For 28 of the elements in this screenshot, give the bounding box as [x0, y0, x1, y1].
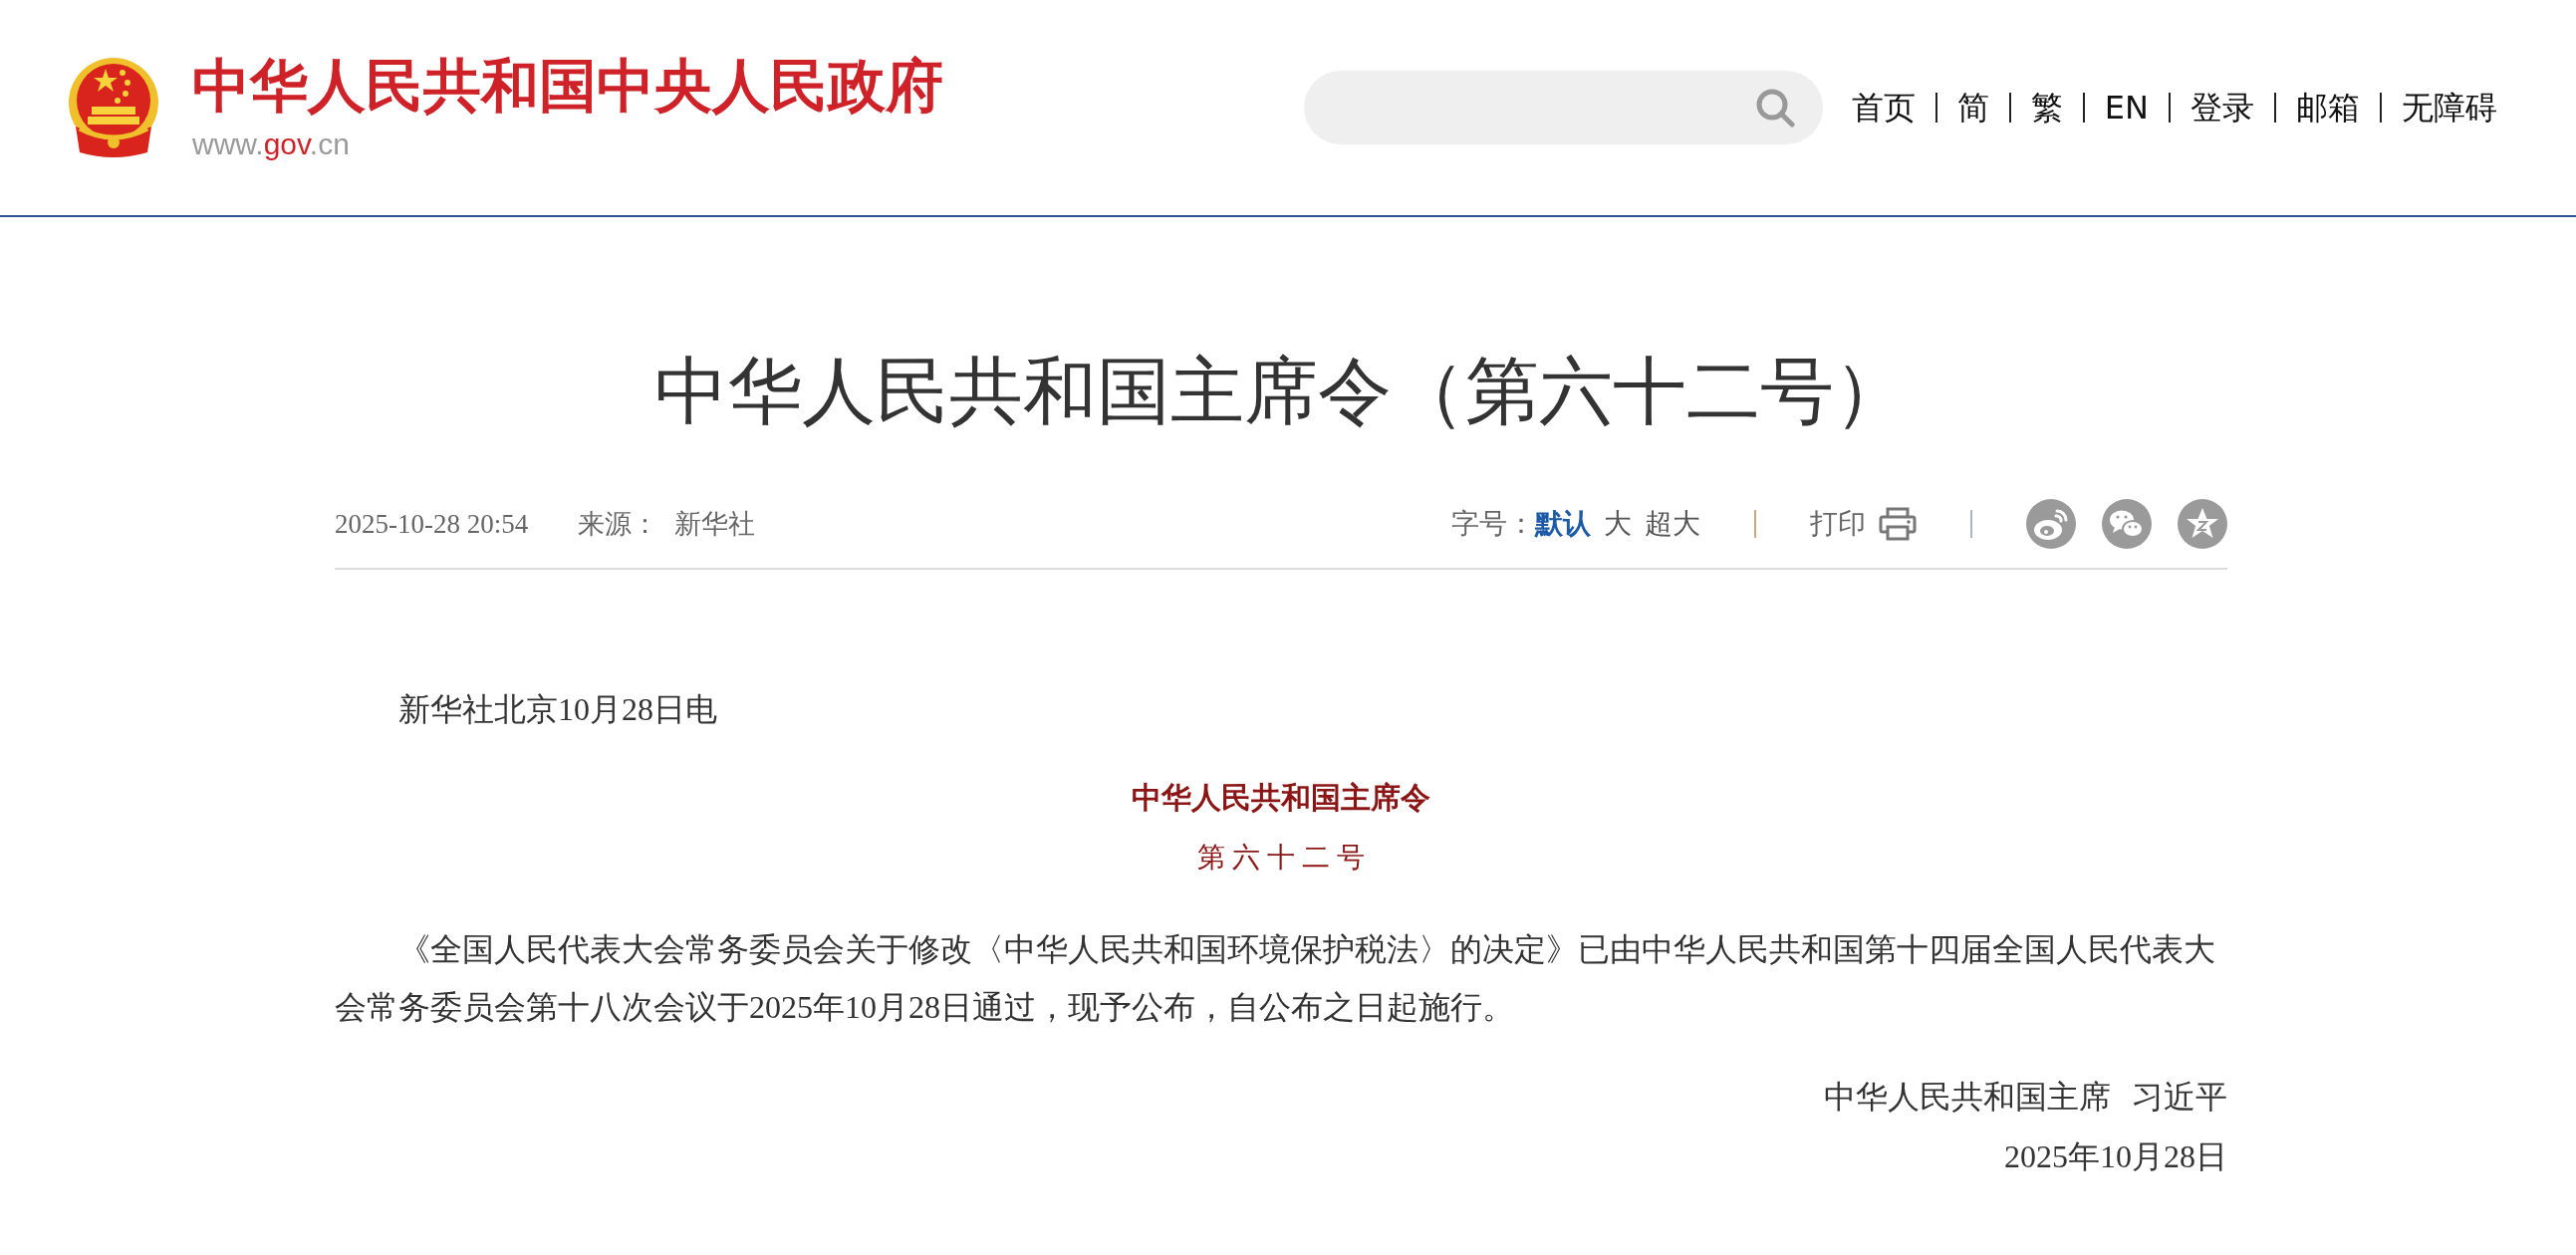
dateline-text: 新华社北京10月28日电 [397, 690, 718, 729]
nav-link[interactable]: 首页 [1851, 88, 1916, 127]
nav-link[interactable]: 邮箱 [2296, 88, 2360, 127]
nav-link[interactable]: 简 [1956, 88, 1989, 127]
nav-link[interactable]: 无障碍 [2402, 88, 2497, 127]
order-number: 第六十二号 [1196, 841, 1373, 875]
body-paragraph: 《全国人民代表大会常务委员会关于修改〈中华人民共和国环境保护税法〉的决定》已由中华人民共和国第十四届全国人民代表大会常务委员会第十八次会议于2025年10月28日通过，现予公布，自公布之日起施行。 [335, 930, 2216, 1027]
nav-link[interactable]: 繁 [2030, 88, 2063, 127]
source-name: 新华社 [674, 508, 756, 541]
print-button[interactable]: 打印 [1810, 505, 1917, 543]
article-title: 中华人民共和国主席令（第六十二号） [653, 347, 1909, 435]
site-url: www.gov.cn [192, 129, 350, 159]
chat-bubbles-icon[interactable] [2102, 499, 2152, 549]
signature-date: 2025年10月28日 [2003, 1137, 2227, 1176]
font-size-option[interactable]: 大 [1604, 505, 1632, 543]
signature-text: 中华人民共和国主席 习近平 [1823, 1078, 2227, 1117]
font-size-label: 字号： [1451, 507, 1535, 541]
nav-link[interactable]: EN [2104, 88, 2149, 127]
site-title: 中华人民共和国中央人民政府 [192, 56, 943, 116]
publish-time: 2025-10-28 20:54 [335, 508, 529, 540]
nav-link[interactable]: 登录 [2190, 88, 2254, 127]
order-heading: 中华人民共和国主席令 [1131, 780, 1431, 816]
printer-icon[interactable] [1879, 507, 1917, 541]
font-size-option[interactable]: 默认 [1535, 505, 1591, 543]
weibo-icon[interactable] [2026, 499, 2076, 549]
font-size-option[interactable]: 超大 [1645, 505, 1700, 543]
source-label: 来源： [578, 508, 659, 541]
search-icon[interactable] [1754, 88, 1795, 127]
